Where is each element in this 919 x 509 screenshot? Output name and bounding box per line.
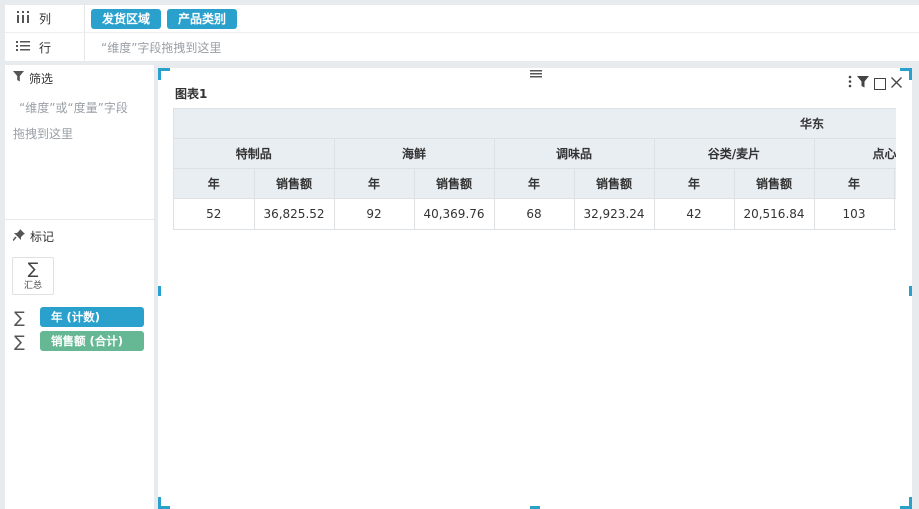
rows-drop-hint: “维度”字段拖拽到这里 <box>101 40 222 55</box>
drag-handle-icon[interactable] <box>530 70 542 78</box>
pivot-category-header-row: 特制品 海鲜 调味品 谷类/麦片 点心 <box>174 138 896 169</box>
cell-year-count: 68 <box>494 198 575 229</box>
pin-icon <box>12 228 25 244</box>
measure-header: 年 <box>654 168 735 199</box>
category-header: 谷类/麦片 <box>654 138 815 169</box>
mark-field-year-count[interactable]: 年 (计数) <box>40 307 144 327</box>
columns-label: 列 <box>39 12 52 26</box>
category-header: 点心 <box>814 138 896 169</box>
sigma-icon: ∑ <box>14 307 25 327</box>
columns-shelf[interactable]: 列 发货区域 产品类别 <box>5 5 919 33</box>
cell-sales: 40,369.76 <box>414 198 495 229</box>
measure-header: 销售额 <box>574 168 655 199</box>
left-panel: 筛选 “维度”或“度量”字段 拖拽到这里 标记 ∑ 汇总 ∑ 年 (计数) ∑ … <box>5 65 154 509</box>
pivot-measure-header-row: 年 销售额 年 销售额 年 销售额 年 销售额 年 销售额 <box>174 168 896 199</box>
cell-year-count: 92 <box>334 198 415 229</box>
close-icon[interactable] <box>891 76 902 92</box>
resize-handle-bottom-right[interactable] <box>900 497 912 509</box>
column-pill-product-category[interactable]: 产品类别 <box>167 8 238 29</box>
pivot-region-header-row: 华东 <box>174 108 896 139</box>
funnel-icon[interactable] <box>857 75 869 92</box>
category-header: 调味品 <box>494 138 655 169</box>
filter-hint-line2: 拖拽到这里 <box>13 127 74 141</box>
marks-section: 标记 ∑ 汇总 ∑ 年 (计数) ∑ 销售额 (合计) <box>5 223 154 351</box>
maximize-icon[interactable] <box>874 77 886 90</box>
column-pill-ship-region[interactable]: 发货区域 <box>91 8 162 29</box>
sigma-icon: ∑ <box>14 331 25 351</box>
region-header: 华东 <box>174 108 896 139</box>
marks-title: 标记 <box>30 229 55 244</box>
rows-shelf[interactable]: 行 “维度”字段拖拽到这里 <box>5 33 919 61</box>
chart-toolbar <box>848 75 902 92</box>
measure-header: 年 <box>334 168 415 199</box>
sigma-icon: ∑ <box>27 259 39 278</box>
cell-year-count: 103 <box>814 198 895 229</box>
chart-widget[interactable]: 图表1 华东 特制品 海鲜 调味品 谷类/麦片 点心 年 销售额 年 销售额 年… <box>158 68 912 509</box>
rows-label: 行 <box>39 40 52 55</box>
measure-header: 销售额 <box>734 168 815 199</box>
panel-divider <box>5 219 154 220</box>
chart-title: 图表1 <box>175 87 208 101</box>
columns-shelf-label: 列 <box>5 5 85 32</box>
resize-handle-left[interactable] <box>158 286 161 296</box>
resize-handle-right[interactable] <box>909 286 912 296</box>
category-header: 海鲜 <box>334 138 495 169</box>
list-icon <box>16 40 34 55</box>
pivot-data-row: 52 36,825.52 92 40,369.76 68 32,923.24 4… <box>174 198 896 229</box>
summary-label: 汇总 <box>23 281 42 291</box>
measure-header: 销售额 <box>254 168 335 199</box>
filter-title: 筛选 <box>29 71 54 86</box>
measure-header: 年 <box>494 168 575 199</box>
measure-header: 销售额 <box>414 168 495 199</box>
mark-field-row: ∑ 销售额 (合计) <box>5 331 154 351</box>
filter-section-title: 筛选 <box>5 65 154 91</box>
funnel-icon <box>13 71 24 85</box>
category-header: 特制品 <box>174 138 335 169</box>
cell-sales: 32,923.24 <box>574 198 655 229</box>
rows-shelf-label: 行 <box>5 33 85 61</box>
cell-sales: 20,516.84 <box>734 198 815 229</box>
measure-header: 年 <box>814 168 895 199</box>
cell-sales: 36,825.52 <box>254 198 335 229</box>
filter-drop-zone[interactable]: “维度”或“度量”字段 拖拽到这里 <box>5 91 154 147</box>
mark-field-sales-sum[interactable]: 销售额 (合计) <box>40 331 144 351</box>
resize-handle-top-left[interactable] <box>158 68 170 80</box>
marks-section-title: 标记 <box>5 223 154 249</box>
resize-handle-bottom-left[interactable] <box>158 497 170 509</box>
cell-year-count: 42 <box>654 198 735 229</box>
cell-sales <box>894 198 896 229</box>
column-bars-icon <box>16 11 34 26</box>
measure-header: 销售额 <box>894 168 896 199</box>
pivot-table: 华东 特制品 海鲜 调味品 谷类/麦片 点心 年 销售额 年 销售额 年 销售额… <box>173 108 896 230</box>
more-options-icon[interactable] <box>848 75 852 92</box>
measure-header: 年 <box>174 168 255 199</box>
cell-year-count: 52 <box>174 198 255 229</box>
mark-field-row: ∑ 年 (计数) <box>5 307 154 327</box>
filter-hint-line1: “维度”或“度量”字段 <box>19 101 128 115</box>
summary-mark-button[interactable]: ∑ 汇总 <box>12 257 54 295</box>
